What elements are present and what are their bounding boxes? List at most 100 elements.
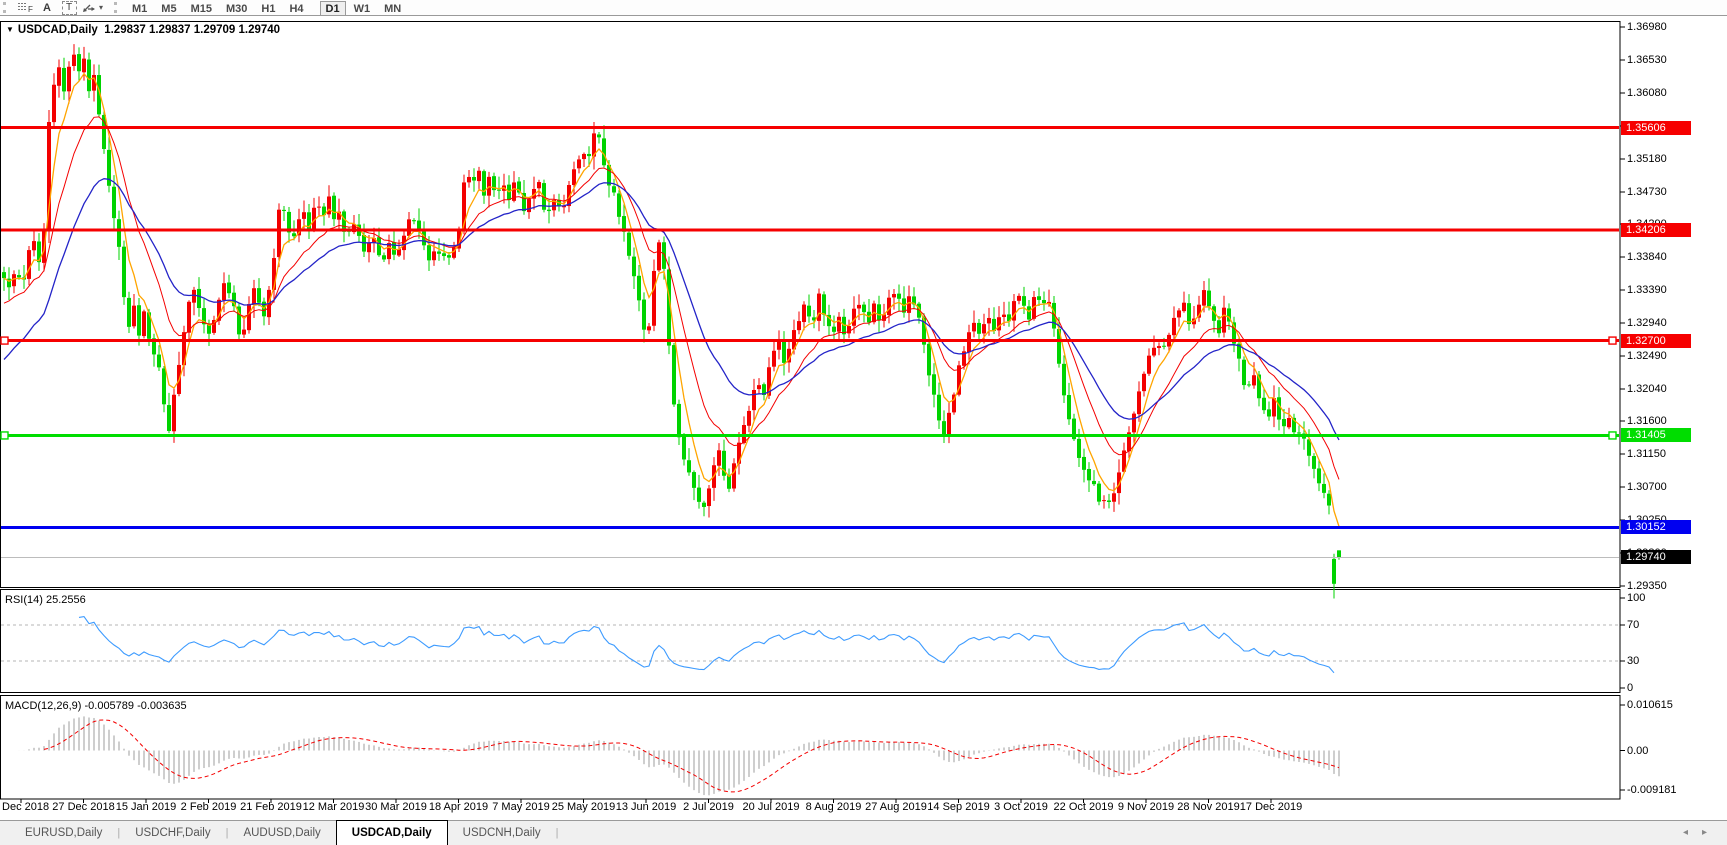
- candle-body: [782, 339, 786, 362]
- price-tick-label: 1.31150: [1627, 447, 1666, 461]
- candle-body: [612, 186, 616, 192]
- candle-body: [587, 154, 591, 156]
- candle-body: [1042, 300, 1046, 303]
- candle-body: [17, 275, 21, 277]
- rsi-indicator-label: RSI(14) 25.2556: [5, 594, 86, 606]
- price-tick-label: 1.30700: [1627, 480, 1667, 494]
- tab-scroll-arrows: ◂▸: [1683, 827, 1721, 838]
- line-handle[interactable]: [1609, 337, 1616, 344]
- candle-body: [1262, 398, 1266, 410]
- candle-body: [317, 207, 321, 208]
- candle-body: [367, 243, 371, 253]
- candle-body: [1092, 481, 1096, 484]
- candle-body: [822, 294, 826, 314]
- candle-body: [407, 219, 411, 236]
- tab-scroll-left-icon[interactable]: ◂: [1683, 827, 1702, 838]
- candle-body: [477, 171, 481, 181]
- candle-body: [747, 411, 751, 426]
- candle-body: [142, 311, 146, 336]
- candle-body: [67, 67, 71, 92]
- date-label: 3 Oct 2019: [994, 801, 1048, 813]
- candle-body: [122, 247, 126, 297]
- price-level-badge: 1.35606: [1621, 121, 1691, 135]
- line-handle[interactable]: [1, 337, 8, 344]
- candle-body: [857, 305, 861, 309]
- candle-body: [27, 250, 31, 279]
- candle-body: [1142, 374, 1146, 391]
- candle-body: [1062, 364, 1066, 396]
- tab-scroll-right-icon[interactable]: ▸: [1702, 827, 1721, 838]
- macd-tick-label: 0.00: [1627, 744, 1648, 758]
- bid-price-badge: 1.29740: [1621, 550, 1691, 564]
- candle-body: [1067, 395, 1071, 419]
- rsi-panel[interactable]: [1, 590, 1621, 693]
- candle-body: [1332, 559, 1336, 584]
- candle-body: [937, 395, 941, 421]
- collapse-arrow-icon[interactable]: ▼: [6, 25, 14, 34]
- price-level-badge: 1.30152: [1621, 520, 1691, 534]
- date-label: 21 Feb 2019: [240, 801, 302, 813]
- candle-body: [1037, 296, 1041, 300]
- symbol-tab-eurusd[interactable]: EURUSD,Daily: [10, 821, 117, 845]
- candle-body: [1177, 310, 1181, 317]
- candle-body: [977, 323, 981, 334]
- candle-body: [447, 255, 451, 257]
- macd-indicator-label: MACD(12,26,9) -0.005789 -0.003635: [5, 700, 187, 712]
- chart-canvas[interactable]: [0, 0, 1727, 844]
- candle-body: [807, 306, 811, 317]
- candle-body: [852, 309, 856, 326]
- candle-body: [1112, 493, 1116, 501]
- candle-body: [87, 60, 91, 92]
- candle-body: [2, 272, 6, 278]
- candle-body: [637, 276, 641, 301]
- chart-symbol-label: USDCAD,Daily: [18, 24, 98, 36]
- candle-body: [162, 368, 166, 404]
- candle-body: [172, 395, 176, 432]
- chart-title: ▼USDCAD,Daily 1.29837 1.29837 1.29709 1.…: [6, 24, 280, 36]
- line-handle[interactable]: [1, 432, 8, 439]
- candle-body: [862, 305, 866, 313]
- tab-separator: |: [556, 821, 559, 845]
- candle-body: [692, 472, 696, 488]
- candle-body: [617, 193, 621, 216]
- candle-body: [472, 177, 476, 181]
- candle-body: [52, 85, 56, 122]
- candle-body: [1077, 439, 1081, 458]
- rsi-tick-label: 0: [1627, 681, 1633, 695]
- candle-body: [127, 298, 131, 327]
- symbol-tab-usdcad[interactable]: USDCAD,Daily: [336, 820, 448, 845]
- candle-body: [1247, 384, 1251, 385]
- candle-body: [1087, 469, 1091, 480]
- candle-body: [717, 450, 721, 465]
- candle-body: [1297, 432, 1301, 433]
- symbol-tab-audusd[interactable]: AUDUSD,Daily: [228, 821, 335, 845]
- candle-body: [1162, 346, 1166, 347]
- macd-tick-label: -0.009181: [1627, 783, 1677, 797]
- date-label: 15 Jan 2019: [116, 801, 177, 813]
- line-handle[interactable]: [1609, 432, 1616, 439]
- symbol-tab-usdchf[interactable]: USDCHF,Daily: [120, 821, 225, 845]
- candle-body: [927, 344, 931, 376]
- rsi-tick-label: 100: [1627, 591, 1645, 605]
- candle-body: [1172, 318, 1176, 335]
- candle-body: [572, 169, 576, 185]
- candle-body: [282, 210, 286, 211]
- candle-body: [1267, 409, 1271, 416]
- macd-panel[interactable]: [1, 696, 1621, 800]
- price-level-badge: 1.32700: [1621, 334, 1691, 348]
- candle-body: [1182, 303, 1186, 311]
- candle-body: [967, 332, 971, 352]
- candle-body: [1137, 391, 1141, 414]
- price-tick-label: 1.35180: [1627, 152, 1667, 166]
- candle-body: [1152, 348, 1156, 356]
- candle-body: [577, 159, 581, 168]
- candle-body: [1202, 290, 1206, 306]
- rsi-tick-label: 30: [1627, 654, 1639, 668]
- candle-body: [647, 326, 651, 330]
- candle-body: [1102, 500, 1106, 501]
- symbol-tab-usdcnh[interactable]: USDCNH,Daily: [448, 821, 556, 845]
- candle-body: [387, 243, 391, 259]
- candle-body: [62, 68, 66, 91]
- candle-body: [1317, 468, 1321, 483]
- candle-body: [697, 488, 701, 502]
